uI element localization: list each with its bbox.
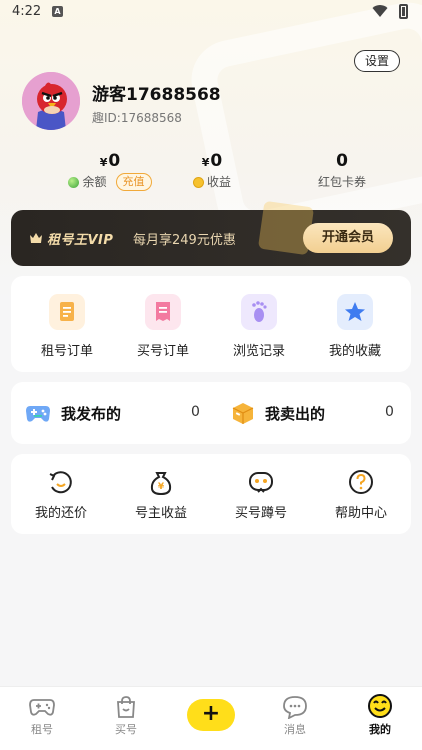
vip-promo-text: 每月享249元优惠 (133, 233, 236, 248)
gamepad-icon (26, 406, 50, 422)
buy-orders-label: 买号订单 (136, 344, 189, 359)
smile-icon (368, 694, 392, 718)
profile-page: 4:22 A 设置 游客17688568 趣ID:17688568 ¥0 余额 … (0, 0, 422, 750)
rent-orders-item[interactable]: 租号订单 (17, 294, 117, 359)
nav-rent-label: 租号 (31, 723, 53, 736)
bag-icon (117, 696, 135, 718)
chat-icon (283, 696, 307, 719)
user-id: 趣ID:17688568 (92, 111, 182, 125)
owner-earnings-label: 号主收益 (134, 506, 187, 521)
watch-account-item[interactable]: 买号蹲号 (211, 468, 311, 521)
my-published-count: 0 (191, 404, 200, 420)
earnings-stat[interactable]: ¥0 收益 (142, 150, 282, 192)
my-sold-count: 0 (385, 404, 394, 420)
money-bag-icon: ¥ (150, 472, 172, 496)
vip-logo: 租号王VIP (47, 233, 114, 248)
nav-rent[interactable]: 租号 (0, 695, 84, 737)
notification-icon: A (52, 6, 63, 17)
nav-buy-label: 买号 (115, 723, 137, 736)
box-icon (232, 403, 254, 424)
angry-bird-avatar-icon (22, 72, 80, 130)
favorites-label: 我的收藏 (328, 344, 381, 359)
my-published-item[interactable]: 我发布的 0 (25, 382, 215, 444)
my-bargain-item[interactable]: 我的还价 (11, 468, 111, 521)
owner-earnings-item[interactable]: ¥ 号主收益 (111, 468, 211, 521)
help-center-item[interactable]: 帮助中心 (311, 468, 411, 521)
balance-gem-icon (68, 176, 80, 188)
services-card: 我的还价 ¥ 号主收益 买号蹲号 帮助中心 (11, 454, 411, 534)
status-time: 4:22 (12, 4, 42, 19)
my-sold-label: 我卖出的 (265, 404, 326, 423)
settings-button[interactable]: 设置 (354, 50, 400, 72)
avatar[interactable] (22, 72, 80, 130)
help-center-label: 帮助中心 (334, 506, 387, 521)
earnings-value: ¥0 (201, 151, 223, 171)
nav-buy[interactable]: 买号 (84, 695, 168, 737)
buy-orders-item[interactable]: 买号订单 (113, 294, 213, 359)
earnings-label: 收益 (142, 172, 282, 192)
orders-card: 租号订单 买号订单 浏览记录 我的收藏 (11, 276, 411, 372)
svg-text:¥: ¥ (158, 482, 165, 492)
account-stats: ¥0 余额 充值 ¥0 收益 0 红包卡券 (0, 150, 422, 196)
wifi-icon (372, 5, 388, 18)
bottom-nav: 租号 买号 + 消息 我的 (0, 686, 422, 750)
coupons-label: 红包卡券 (317, 175, 366, 189)
star-icon (337, 294, 373, 330)
document-icon (49, 294, 85, 330)
favorites-item[interactable]: 我的收藏 (305, 294, 405, 359)
coupons-stat[interactable]: 0 红包卡券 (272, 150, 412, 192)
coupons-value: 0 (336, 151, 348, 171)
help-icon (349, 470, 373, 494)
nav-messages[interactable]: 消息 (253, 695, 337, 737)
nav-messages-label: 消息 (284, 723, 306, 736)
publish-plus-button[interactable]: + (187, 699, 235, 731)
crown-icon (30, 233, 42, 243)
rent-orders-label: 租号订单 (40, 344, 93, 359)
open-membership-button[interactable]: 开通会员 (303, 223, 393, 253)
coin-icon (192, 176, 204, 188)
battery-icon (399, 4, 408, 19)
status-bar: 4:22 A (0, 0, 422, 26)
footprint-icon (241, 294, 277, 330)
gamepad-icon (29, 699, 55, 716)
vip-banner[interactable]: 租号王VIP 每月享249元优惠 开通会员 (11, 200, 411, 266)
publish-card: 我发布的 0 我卖出的 0 (11, 382, 411, 444)
receipt-icon (145, 294, 181, 330)
my-sold-item[interactable]: 我卖出的 0 (231, 382, 407, 444)
history-item[interactable]: 浏览记录 (209, 294, 309, 359)
watch-account-label: 买号蹲号 (234, 506, 287, 521)
history-label: 浏览记录 (232, 344, 285, 359)
nav-mine[interactable]: 我的 (338, 694, 422, 737)
watch-icon (249, 472, 273, 493)
my-bargain-label: 我的还价 (34, 506, 87, 521)
nav-mine-label: 我的 (369, 723, 391, 736)
username: 游客17688568 (92, 85, 221, 105)
my-published-label: 我发布的 (61, 404, 122, 423)
bargain-icon (49, 471, 72, 494)
